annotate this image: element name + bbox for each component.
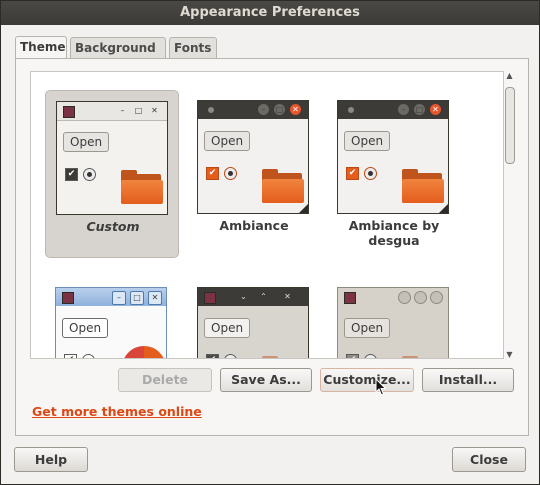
close-icon: ✕ — [151, 106, 158, 115]
checkbox-icon: ✔ — [206, 354, 219, 358]
preview-corner — [439, 204, 448, 213]
app-logo-icon — [204, 292, 216, 304]
radio-icon — [364, 354, 377, 358]
folder-icon — [121, 168, 165, 204]
color-wheel-icon — [122, 346, 166, 358]
theme-name: Ambiance — [219, 218, 289, 233]
checkbox-icon: ✔ — [206, 167, 219, 180]
scroll-up-icon[interactable]: ▲ — [505, 71, 514, 80]
radio-icon — [224, 354, 237, 358]
delete-button[interactable]: Delete — [118, 368, 212, 392]
preview-open-button: Open — [204, 318, 251, 338]
tab-fonts[interactable]: Fonts — [169, 37, 217, 59]
tab-background[interactable]: Background — [70, 37, 166, 59]
close-icon: ✕ — [290, 104, 301, 115]
checkbox-icon: ✔ — [346, 354, 359, 358]
theme-preview: – □ ✕ Open ✔ — [197, 100, 309, 214]
preview-titlebar: ⌄ ⌃ ✕ — [198, 288, 308, 306]
theme-item-ambiance[interactable]: – □ ✕ Open ✔ Ambiance — [187, 90, 321, 258]
radio-icon — [82, 354, 95, 358]
maximize-icon: □ — [134, 106, 143, 115]
appearance-preferences-window: Appearance Preferences Theme Background … — [0, 0, 540, 485]
theme-preview: – □ ✕ Open ✔ — [55, 287, 167, 358]
maximize-icon: □ — [274, 104, 285, 115]
preview-corner — [299, 204, 308, 213]
maximize-icon: □ — [130, 291, 144, 305]
help-button[interactable]: Help — [14, 447, 88, 472]
tab-theme[interactable]: Theme — [15, 36, 67, 60]
close-icon: ✕ — [430, 104, 441, 115]
checkbox-icon: ✔ — [65, 168, 78, 181]
theme-item-blue[interactable]: – □ ✕ Open ✔ — [45, 277, 179, 358]
preview-titlebar: – □ ✕ — [56, 288, 166, 306]
chevron-down-icon: ⌄ — [240, 292, 247, 301]
theme-item-ambiance-by-desgua[interactable]: – □ ✕ Open ✔ Ambiance by desgua — [327, 90, 461, 258]
preview-titlebar — [338, 288, 448, 306]
customize-button[interactable]: Customize... — [320, 368, 414, 392]
close-icon — [430, 291, 443, 304]
close-icon: ✕ — [284, 292, 291, 301]
chevron-up-icon: ⌃ — [260, 292, 267, 301]
preview-open-button: Open — [204, 131, 251, 151]
theme-item-grey[interactable]: Open ✔ — [327, 277, 461, 358]
close-button[interactable]: Close — [452, 447, 526, 472]
save-as-button[interactable]: Save As... — [220, 368, 312, 392]
preview-titlebar: – □ ✕ — [338, 101, 448, 119]
app-logo-icon — [63, 106, 75, 118]
preview-open-button: Open — [62, 318, 109, 338]
app-dot-icon — [208, 107, 214, 113]
theme-name: Ambiance by desgua — [348, 218, 440, 248]
app-logo-icon — [344, 292, 356, 304]
radio-icon — [83, 168, 96, 181]
get-more-themes-link[interactable]: Get more themes online — [32, 404, 202, 419]
maximize-icon: □ — [414, 104, 425, 115]
radio-icon — [224, 167, 237, 180]
minimize-icon — [398, 291, 411, 304]
theme-preview: ⌄ ⌃ ✕ Open ✔ — [197, 287, 309, 358]
checkbox-icon: ✔ — [64, 354, 77, 358]
preview-titlebar: – □ ✕ — [198, 101, 308, 119]
theme-actions: Delete Save As... Customize... Install..… — [118, 368, 518, 392]
folder-icon — [262, 167, 306, 203]
minimize-icon: – — [258, 104, 269, 115]
preview-open-button: Open — [344, 131, 391, 151]
scrollbar-thumb[interactable] — [505, 87, 515, 164]
radio-icon — [364, 167, 377, 180]
maximize-icon — [414, 291, 427, 304]
theme-icon-view[interactable]: – □ ✕ Open ✔ Custom – □ ✕ Open ✔ Ambianc… — [30, 71, 504, 359]
scroll-down-icon[interactable]: ▼ — [505, 350, 514, 359]
folder-icon — [402, 354, 446, 358]
theme-preview: – □ ✕ Open ✔ — [337, 100, 449, 214]
preview-open-button: Open — [344, 318, 391, 338]
app-dot-icon — [348, 107, 354, 113]
folder-icon — [262, 354, 306, 358]
theme-name: Custom — [86, 219, 140, 234]
minimize-icon: – — [120, 106, 125, 115]
minimize-icon: – — [398, 104, 409, 115]
theme-page: – □ ✕ Open ✔ Custom – □ ✕ Open ✔ Ambianc… — [15, 58, 529, 436]
preview-open-button: Open — [63, 132, 110, 152]
folder-icon — [402, 167, 446, 203]
theme-preview: – □ ✕ Open ✔ — [56, 101, 168, 215]
mouse-pointer-icon — [375, 378, 387, 396]
window-title: Appearance Preferences — [1, 1, 539, 25]
app-logo-icon — [62, 292, 74, 304]
install-button[interactable]: Install... — [422, 368, 514, 392]
theme-item-custom[interactable]: – □ ✕ Open ✔ Custom — [45, 90, 179, 258]
minimize-icon: – — [112, 291, 126, 305]
close-icon: ✕ — [148, 291, 162, 305]
checkbox-icon: ✔ — [346, 167, 359, 180]
theme-item-dark[interactable]: ⌄ ⌃ ✕ Open ✔ — [187, 277, 321, 358]
theme-list-scrollbar[interactable]: ▲ ▼ — [504, 71, 515, 359]
preview-titlebar: – □ ✕ — [57, 102, 167, 121]
theme-preview: Open ✔ — [337, 287, 449, 358]
